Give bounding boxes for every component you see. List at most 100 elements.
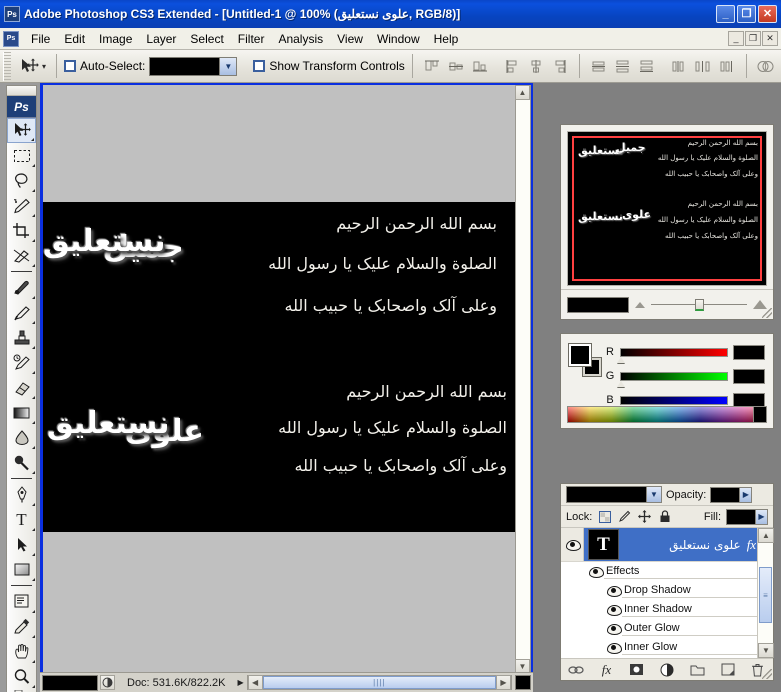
eyedropper-tool-button[interactable]: [7, 614, 36, 639]
minimize-button[interactable]: _: [716, 5, 735, 23]
healing-brush-tool-button[interactable]: [7, 275, 36, 300]
blend-mode-dropdown[interactable]: ▼: [566, 486, 662, 503]
layers-vertical-scrollbar[interactable]: ▲ ≡ ▼: [757, 528, 774, 658]
status-scroll-right-button[interactable]: ▶: [496, 675, 511, 690]
navigator-resize-grip[interactable]: [762, 308, 772, 318]
menu-help[interactable]: Help: [427, 30, 466, 48]
hand-tool-button[interactable]: [7, 639, 36, 664]
layer-name[interactable]: علوی نستعلیق: [623, 538, 747, 552]
lock-transparent-pixels-button[interactable]: [597, 509, 612, 524]
menu-analysis[interactable]: Analysis: [271, 30, 330, 48]
move-tool-button[interactable]: [7, 118, 36, 143]
dodge-tool-button[interactable]: [7, 450, 36, 475]
distribute-bottom-edges-button[interactable]: [636, 56, 658, 77]
status-scroll-thumb[interactable]: ||||: [262, 676, 496, 689]
zoom-out-icon[interactable]: [635, 301, 645, 308]
layer-thumbnail[interactable]: T: [588, 529, 619, 560]
table-row[interactable]: T علوی نستعلیق fx ▲: [561, 528, 773, 562]
document-minimize-button[interactable]: _: [728, 31, 744, 46]
distribute-horizontal-centers-button[interactable]: [692, 56, 714, 77]
link-layers-button[interactable]: [567, 661, 585, 679]
new-layer-button[interactable]: [719, 661, 737, 679]
layers-scroll-thumb[interactable]: ≡: [759, 567, 772, 623]
layers-list[interactable]: T علوی نستعلیق fx ▲ Effects Drop Shadow: [561, 528, 773, 658]
lock-position-button[interactable]: [637, 509, 652, 524]
list-item[interactable]: Outer Glow: [561, 619, 773, 638]
layers-resize-grip[interactable]: [762, 669, 772, 679]
blur-tool-button[interactable]: [7, 425, 36, 450]
menu-filter[interactable]: Filter: [231, 30, 272, 48]
pen-tool-button[interactable]: [7, 482, 36, 507]
status-expand-arrow-icon[interactable]: ▶: [237, 678, 243, 687]
list-item[interactable]: Inner Shadow: [561, 600, 773, 619]
layers-scroll-down-button[interactable]: ▼: [758, 643, 774, 658]
document-restore-button[interactable]: ❐: [745, 31, 761, 46]
rectangular-marquee-tool-button[interactable]: [7, 143, 36, 168]
quick-selection-tool-button[interactable]: [7, 193, 36, 218]
auto-align-layers-button[interactable]: [755, 56, 777, 77]
menu-view[interactable]: View: [330, 30, 370, 48]
navigator-zoom-slider-thumb[interactable]: [695, 298, 705, 311]
history-brush-tool-button[interactable]: [7, 350, 36, 375]
effect-visibility-toggle[interactable]: [605, 642, 622, 654]
slice-tool-button[interactable]: [7, 243, 36, 268]
color-panel-foreground-swatch[interactable]: [568, 343, 592, 367]
close-button[interactable]: ✕: [758, 5, 777, 23]
document-control-icon[interactable]: Ps: [3, 30, 19, 47]
lasso-tool-button[interactable]: [7, 168, 36, 193]
menu-select[interactable]: Select: [183, 30, 230, 48]
opacity-field[interactable]: ▶: [710, 486, 753, 503]
channel-g-slider[interactable]: [617, 371, 728, 387]
document-preview-icon[interactable]: [100, 675, 115, 690]
new-fill-adjustment-layer-button[interactable]: [658, 661, 676, 679]
layer-visibility-toggle[interactable]: [561, 528, 584, 561]
add-layer-style-button[interactable]: fx: [597, 661, 615, 679]
channel-g-marker[interactable]: [617, 380, 625, 387]
eraser-tool-button[interactable]: [7, 375, 36, 400]
new-group-button[interactable]: [688, 661, 706, 679]
menu-window[interactable]: Window: [370, 30, 427, 48]
document-close-button[interactable]: ✕: [762, 31, 778, 46]
opacity-arrow-icon[interactable]: ▶: [739, 486, 753, 503]
horizontal-type-tool-button[interactable]: T: [7, 507, 36, 532]
align-bottom-edges-button[interactable]: [469, 56, 491, 77]
menu-file[interactable]: File: [24, 30, 57, 48]
rectangle-tool-button[interactable]: [7, 557, 36, 582]
channel-g-value[interactable]: [733, 368, 765, 384]
channel-r-marker[interactable]: [617, 356, 625, 363]
artboard[interactable]: جمیل نستعلیق بسم الله الرحمن الرحیم الصل…: [43, 202, 515, 532]
status-scroll-track[interactable]: ◀ |||| ▶: [246, 675, 512, 690]
options-bar-grip[interactable]: [3, 51, 11, 81]
status-scroll-left-button[interactable]: ◀: [247, 675, 263, 690]
align-left-edges-button[interactable]: [501, 56, 523, 77]
lock-all-button[interactable]: [657, 509, 672, 524]
layers-scroll-up-button[interactable]: ▲: [758, 528, 774, 543]
menu-image[interactable]: Image: [92, 30, 139, 48]
fill-arrow-icon[interactable]: ▶: [755, 508, 768, 525]
distribute-vertical-centers-button[interactable]: [612, 56, 634, 77]
list-item[interactable]: Inner Glow: [561, 638, 773, 657]
tools-panel-grip[interactable]: [7, 86, 36, 96]
auto-select-dropdown[interactable]: ▼: [149, 56, 238, 76]
align-right-edges-button[interactable]: [549, 56, 571, 77]
brush-tool-button[interactable]: [7, 300, 36, 325]
menu-edit[interactable]: Edit: [57, 30, 92, 48]
navigator-zoom-slider[interactable]: [651, 298, 747, 311]
menu-layer[interactable]: Layer: [139, 30, 183, 48]
distribute-top-edges-button[interactable]: [588, 56, 610, 77]
canvas-vertical-scrollbar[interactable]: ▲ ▼: [515, 85, 531, 674]
path-selection-tool-button[interactable]: [7, 532, 36, 557]
notes-tool-button[interactable]: [7, 589, 36, 614]
distribute-right-edges-button[interactable]: [716, 56, 738, 77]
tool-preset-picker[interactable]: ▾: [15, 53, 49, 79]
no-color-swatch[interactable]: [753, 407, 766, 422]
align-vertical-centers-button[interactable]: [445, 56, 467, 77]
channel-b-slider[interactable]: [617, 395, 728, 411]
color-spectrum-ramp[interactable]: [567, 406, 767, 423]
add-layer-mask-button[interactable]: [628, 661, 646, 679]
auto-select-checkbox[interactable]: [64, 60, 77, 72]
align-horizontal-centers-button[interactable]: [525, 56, 547, 77]
align-top-edges-button[interactable]: [421, 56, 443, 77]
list-item[interactable]: Drop Shadow: [561, 581, 773, 600]
maximize-button[interactable]: ❐: [737, 5, 756, 23]
